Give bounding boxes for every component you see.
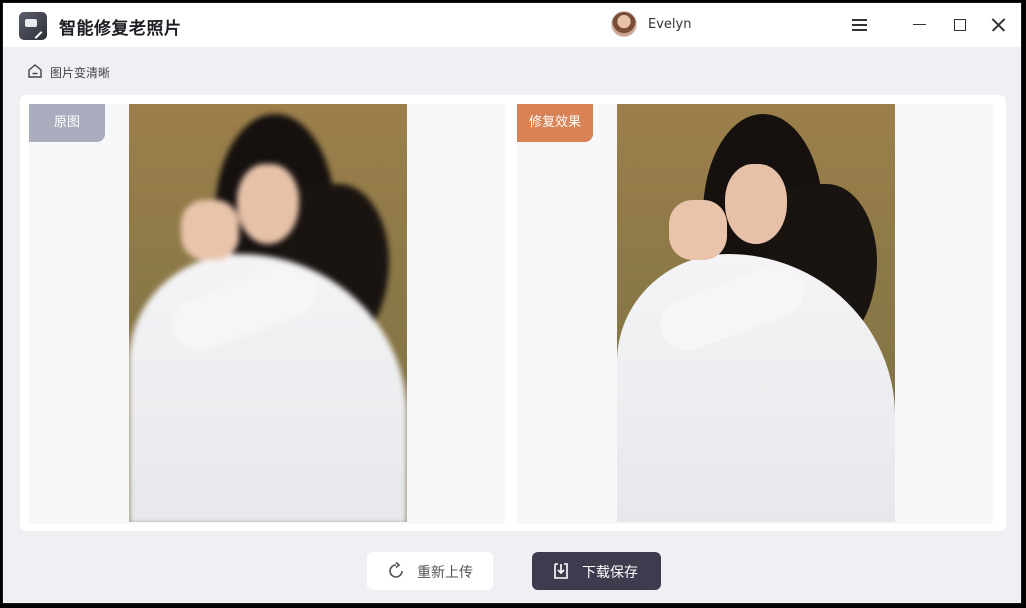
close-icon[interactable] bbox=[988, 14, 1010, 36]
restored-photo bbox=[617, 104, 895, 522]
download-icon bbox=[554, 563, 568, 579]
app-title: 智能修复老照片 bbox=[59, 19, 182, 39]
reupload-button[interactable]: 重新上传 bbox=[367, 552, 493, 590]
reupload-label: 重新上传 bbox=[417, 565, 473, 581]
app-window: 智能修复老照片 Evelyn 图片变清晰 原图 修复效果 重新上传 下载保存 bbox=[2, 2, 1022, 604]
breadcrumb-label: 图片变清晰 bbox=[50, 66, 111, 80]
result-badge: 修复效果 bbox=[517, 104, 593, 142]
refresh-icon bbox=[389, 561, 403, 578]
menu-icon[interactable] bbox=[849, 14, 871, 36]
user-avatar[interactable] bbox=[611, 11, 637, 37]
magic-wand-photo-icon bbox=[19, 12, 47, 40]
user-name[interactable]: Evelyn bbox=[648, 17, 691, 32]
title-bar: 智能修复老照片 Evelyn bbox=[3, 3, 1021, 47]
home-icon bbox=[28, 64, 42, 78]
minimize-icon[interactable] bbox=[909, 14, 931, 36]
original-badge: 原图 bbox=[29, 104, 105, 142]
result-pane: 修复效果 bbox=[517, 104, 993, 524]
comparison-panel: 原图 修复效果 bbox=[20, 95, 1006, 531]
original-pane: 原图 bbox=[29, 104, 505, 524]
download-label: 下载保存 bbox=[582, 565, 638, 581]
original-photo bbox=[129, 104, 407, 522]
download-button[interactable]: 下载保存 bbox=[532, 552, 661, 590]
maximize-icon[interactable] bbox=[949, 14, 971, 36]
